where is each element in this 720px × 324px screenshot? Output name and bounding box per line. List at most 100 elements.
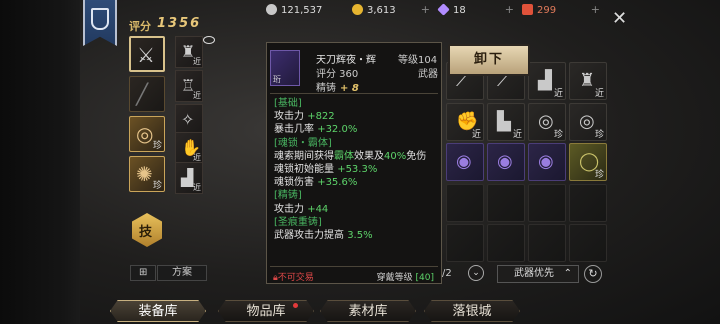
- untradable-label: 🔒︎不可交易: [273, 270, 314, 283]
- untradable-text: 不可交易: [277, 273, 314, 283]
- score-value: 1356: [157, 16, 202, 31]
- tooltip-footer: 🔒︎不可交易 穿戴等级 [40]: [270, 266, 438, 283]
- ring-icon: ◉: [538, 151, 554, 172]
- attribute-line: 攻击力 +822: [274, 110, 438, 123]
- boots-icon: ▙: [497, 111, 511, 132]
- wear-value: [40]: [415, 273, 434, 283]
- inventory-item[interactable]: ▙ 近: [487, 103, 525, 141]
- tab-materials[interactable]: 素材库: [320, 300, 416, 322]
- inventory-empty-slot[interactable]: [569, 224, 607, 262]
- ticket-value: 299: [537, 5, 557, 16]
- tab-items[interactable]: 物品库: [218, 300, 314, 322]
- chevron-up-icon: ⌃: [563, 268, 572, 279]
- slot-tag: 珍: [152, 181, 162, 191]
- inventory-empty-slot[interactable]: [528, 184, 566, 222]
- add-gem-button[interactable]: +: [505, 3, 514, 16]
- attribute-part: 魂索期间获得: [274, 150, 334, 162]
- item-tag: 近: [512, 130, 522, 140]
- necklace-icon: ✺: [136, 162, 153, 186]
- attribute-part: +53.3%: [337, 164, 378, 176]
- helmet-slot[interactable]: ♜ 近: [175, 36, 203, 68]
- item-tag: 珍: [594, 130, 604, 140]
- attribute-part: +44: [307, 203, 329, 215]
- item-tag: 近: [471, 130, 481, 140]
- close-icon[interactable]: ✕: [612, 8, 627, 29]
- item-tag: 珍: [594, 170, 604, 180]
- attribute-part: 霸体: [334, 150, 354, 162]
- sort-dropdown[interactable]: 武器优先 ⌃: [497, 265, 579, 283]
- inventory-item[interactable]: ♜ 近: [569, 62, 607, 100]
- ticket-icon: [522, 4, 533, 15]
- eye-icon[interactable]: [203, 36, 215, 44]
- score-label: 评分: [129, 20, 151, 33]
- chevron-down-icon[interactable]: ⌄: [468, 265, 484, 281]
- ring-icon: ◎: [136, 122, 154, 146]
- attribute-part: 效果及: [354, 150, 384, 162]
- inventory-empty-slot[interactable]: [446, 224, 484, 262]
- inventory-item[interactable]: ◉: [487, 143, 525, 181]
- boots-slot[interactable]: ▟ 近: [175, 162, 203, 194]
- inventory-empty-slot[interactable]: [487, 224, 525, 262]
- attribute-part: +822: [307, 111, 335, 123]
- inventory-empty-slot[interactable]: [487, 184, 525, 222]
- slot-tag: 珍: [152, 141, 162, 151]
- shield-icon: [91, 8, 109, 30]
- attribute-line: [魂锁・霸体]: [274, 137, 332, 149]
- attribute-part: +35.6%: [317, 177, 358, 189]
- item-level: 等级104: [398, 55, 438, 66]
- attribute-part: +32.0%: [317, 124, 358, 136]
- refresh-icon[interactable]: ↻: [584, 265, 602, 283]
- attribute-part: 40%: [384, 150, 407, 162]
- unload-button[interactable]: 卸下: [448, 44, 530, 76]
- add-ticket-button[interactable]: +: [591, 3, 600, 16]
- boots-icon: ▟: [538, 70, 552, 91]
- slot-tag: 近: [193, 57, 201, 66]
- attribute-part: 暴击几率: [274, 124, 318, 136]
- grid-toggle-button[interactable]: ⊞: [130, 265, 156, 281]
- gold-coin-icon: [352, 4, 363, 15]
- inventory-item[interactable]: ◎ 珍: [528, 103, 566, 141]
- inventory-empty-slot[interactable]: [446, 184, 484, 222]
- attribute-line: [精铸]: [274, 190, 302, 202]
- add-gold-button[interactable]: +: [421, 3, 430, 16]
- tab-luoyin-city[interactable]: 落银城: [424, 300, 520, 322]
- attribute-line: 暴击几率 +32.0%: [274, 123, 438, 136]
- item-score: 评分 360: [316, 69, 359, 80]
- inventory-empty-slot[interactable]: [528, 224, 566, 262]
- inventory-item[interactable]: ✊ 近: [446, 103, 484, 141]
- attribute-line: 武器攻击力提高 3.5%: [274, 229, 438, 242]
- gem-icon: [437, 3, 450, 16]
- attribute-part: 攻击力: [274, 111, 308, 123]
- offhand-slot[interactable]: ╱: [129, 76, 165, 112]
- inventory-item[interactable]: ◉: [446, 143, 484, 181]
- ring-icon: ◉: [497, 151, 513, 172]
- inventory-empty-slot[interactable]: [569, 184, 607, 222]
- currency-gold: 3,613 +: [352, 3, 430, 18]
- inventory-item[interactable]: ◯ 珍: [569, 143, 607, 181]
- currency-silver: 121,537: [266, 4, 346, 18]
- armor-slot[interactable]: ♖ 近: [175, 70, 203, 102]
- slot-tag: 近: [193, 91, 201, 100]
- wing-icon: ✧: [181, 110, 195, 129]
- scheme-button[interactable]: 方案: [157, 265, 207, 281]
- attribute-part: 3.5%: [347, 230, 373, 242]
- silver-value: 121,537: [281, 5, 323, 16]
- inventory-item[interactable]: ◎ 珍: [569, 103, 607, 141]
- gloves-slot[interactable]: ✋ 近: [175, 132, 203, 164]
- wear-level: 穿戴等级 [40]: [377, 270, 434, 283]
- ring-icon: ◎: [579, 111, 595, 132]
- item-type: 武器: [418, 69, 438, 80]
- wear-label: 穿戴等级: [376, 273, 413, 283]
- tooltip-divider: [270, 93, 438, 94]
- ring-slot[interactable]: ◎ 珍: [129, 116, 165, 152]
- inventory-item[interactable]: ◉: [528, 143, 566, 181]
- necklace-slot[interactable]: ✺ 珍: [129, 156, 165, 192]
- inventory-item[interactable]: ▟ 近: [528, 62, 566, 100]
- tab-equipment[interactable]: 装备库: [110, 300, 206, 322]
- skill-label: 技: [139, 225, 153, 240]
- attribute-part: 魂锁伤害: [274, 177, 318, 189]
- attribute-part: 免伤: [406, 150, 427, 162]
- weapon-slot[interactable]: ⚔: [129, 36, 165, 72]
- attribute-line: [圣痕重铸]: [274, 216, 322, 228]
- currency-gem: 18 +: [437, 3, 514, 18]
